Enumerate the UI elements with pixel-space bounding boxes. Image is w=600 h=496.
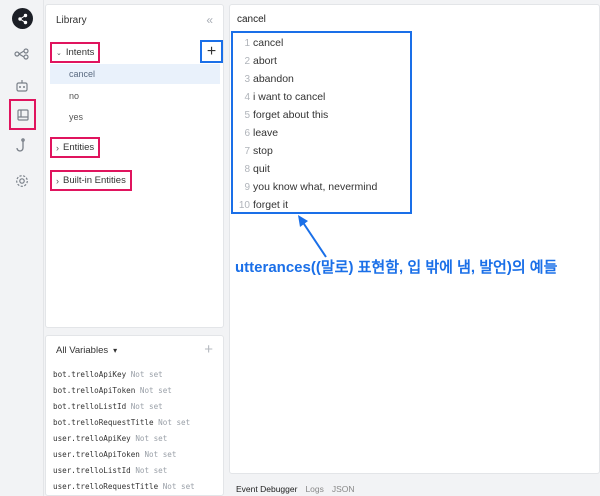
hook-icon[interactable] bbox=[12, 136, 32, 156]
intent-item-no[interactable]: no bbox=[50, 86, 220, 106]
chevron-right-icon: › bbox=[56, 142, 59, 153]
variable-row[interactable]: user.trelloRequestTitle Not set bbox=[53, 479, 195, 495]
chevron-down-icon: ⌄ bbox=[56, 49, 62, 57]
variable-row[interactable]: bot.trelloApiKey Not set bbox=[53, 367, 195, 383]
annotation-arrow-icon bbox=[298, 215, 327, 258]
icon-rail bbox=[0, 0, 44, 496]
tab-event-debugger[interactable]: Event Debugger bbox=[236, 484, 297, 494]
intent-item-cancel[interactable]: cancel bbox=[50, 64, 220, 84]
share-logo-icon[interactable] bbox=[12, 8, 33, 29]
library-title: Library bbox=[56, 15, 87, 26]
collapse-panel-icon[interactable]: « bbox=[206, 13, 213, 27]
section-builtin-entities[interactable]: › Built-in Entities bbox=[50, 170, 132, 191]
section-entities[interactable]: › Entities bbox=[50, 137, 101, 158]
variables-filter-dropdown[interactable]: All Variables ▾ bbox=[56, 345, 117, 356]
robot-icon[interactable] bbox=[12, 76, 32, 96]
variables-panel: All Variables ▾ + bot.trelloApiKey Not s… bbox=[45, 335, 224, 496]
utterances-annotation: utterances((말로) 표현함, 입 밖에 냄, 발언)의 예들 bbox=[235, 259, 558, 276]
chevron-down-icon: ▾ bbox=[113, 346, 118, 355]
library-panel: Library « ⌄ Intents + cancel no yes › En… bbox=[45, 4, 224, 328]
variables-list: bot.trelloApiKey Not set bot.trelloApiTo… bbox=[53, 367, 195, 495]
flow-icon[interactable] bbox=[12, 44, 32, 64]
library-icon[interactable] bbox=[9, 99, 36, 130]
variables-header: All Variables bbox=[56, 345, 109, 356]
section-intents[interactable]: ⌄ Intents bbox=[50, 42, 101, 63]
chevron-right-icon: › bbox=[56, 175, 59, 186]
variable-row[interactable]: user.trelloListId Not set bbox=[53, 463, 195, 479]
variable-row[interactable]: bot.trelloRequestTitle Not set bbox=[53, 415, 195, 431]
variable-row[interactable]: bot.trelloListId Not set bbox=[53, 399, 195, 415]
variable-row[interactable]: bot.trelloApiToken Not set bbox=[53, 383, 195, 399]
debug-tabs: Event Debugger Logs JSON bbox=[236, 484, 355, 494]
add-intent-button[interactable]: + bbox=[200, 40, 223, 63]
intent-item-yes[interactable]: yes bbox=[50, 107, 220, 127]
section-entities-label: Entities bbox=[63, 142, 95, 153]
settings-icon[interactable] bbox=[12, 171, 32, 191]
variable-row[interactable]: user.trelloApiToken Not set bbox=[53, 447, 195, 463]
intent-editor: cancel 1 cancel 2 abort 3 abandon 4i want t… bbox=[229, 4, 600, 474]
variable-row[interactable]: user.trelloApiKey Not set bbox=[53, 431, 195, 447]
add-variable-button[interactable]: + bbox=[204, 341, 213, 358]
tab-json[interactable]: JSON bbox=[332, 484, 355, 494]
tab-logs[interactable]: Logs bbox=[305, 484, 323, 494]
section-builtin-entities-label: Built-in Entities bbox=[63, 175, 126, 186]
section-intents-label: Intents bbox=[65, 47, 95, 58]
